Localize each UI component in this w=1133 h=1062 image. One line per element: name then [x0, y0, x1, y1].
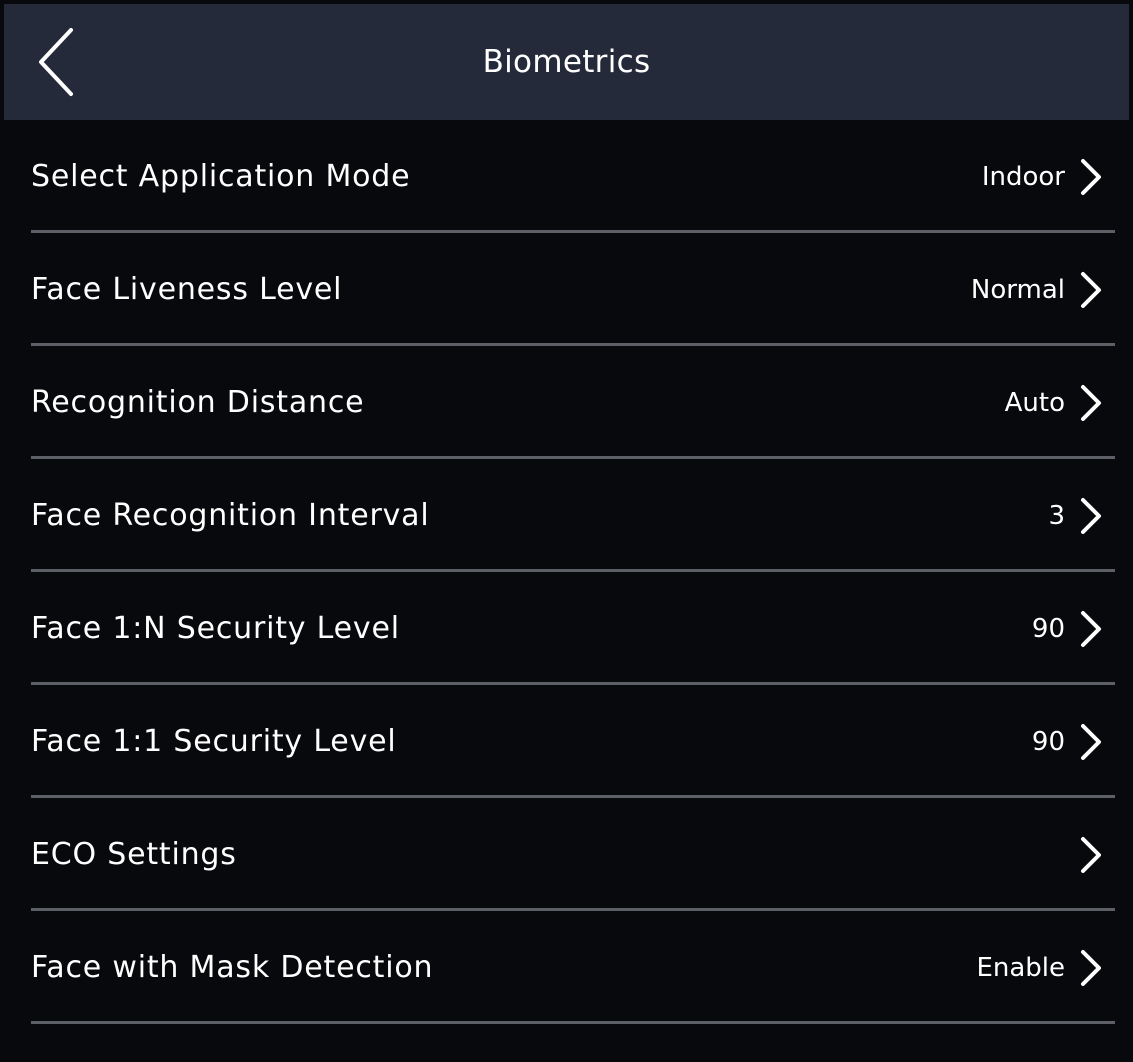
setting-value: Enable: [976, 952, 1065, 983]
setting-row-face-recognition-interval[interactable]: Face Recognition Interval 3: [4, 459, 1129, 572]
setting-label: ECO Settings: [31, 837, 237, 872]
setting-label: Face 1:N Security Level: [31, 611, 400, 646]
chevron-right-icon: [1081, 271, 1101, 308]
setting-row-face-11-security-level[interactable]: Face 1:1 Security Level 90: [4, 685, 1129, 798]
chevron-right-icon: [1081, 384, 1101, 421]
setting-row-face-with-mask-detection[interactable]: Face with Mask Detection Enable: [4, 911, 1129, 1024]
setting-value-group: Enable: [976, 948, 1103, 988]
setting-value: 90: [1031, 726, 1065, 757]
setting-value-group: Auto: [1005, 383, 1103, 423]
setting-row-face-1n-security-level[interactable]: Face 1:N Security Level 90: [4, 572, 1129, 685]
setting-value-group: [1065, 835, 1103, 875]
chevron-right-icon: [1081, 836, 1101, 873]
chevron-right-icon: [1081, 610, 1101, 647]
page-title: Biometrics: [482, 44, 651, 80]
setting-value: Auto: [1004, 387, 1065, 418]
setting-value-group: Normal: [971, 270, 1103, 310]
setting-row-recognition-distance[interactable]: Recognition Distance Auto: [4, 346, 1129, 459]
setting-label: Face 1:1 Security Level: [31, 724, 397, 759]
setting-value-group: 90: [1032, 609, 1103, 649]
setting-row-eco-settings[interactable]: ECO Settings: [4, 798, 1129, 911]
chevron-right-icon: [1081, 949, 1101, 986]
setting-value-group: 90: [1032, 722, 1103, 762]
setting-value: 3: [1048, 500, 1065, 531]
back-button[interactable]: [22, 20, 90, 104]
setting-value: Indoor: [981, 161, 1065, 192]
setting-value-group: Indoor: [982, 157, 1103, 197]
setting-label: Face Recognition Interval: [31, 498, 430, 533]
biometrics-screen: Biometrics Select Application Mode Indoo…: [0, 0, 1133, 1062]
setting-value: Normal: [970, 274, 1065, 305]
chevron-left-icon: [39, 28, 73, 96]
chevron-right-icon: [1081, 158, 1101, 195]
setting-value: 90: [1031, 613, 1065, 644]
header-bar: Biometrics: [4, 4, 1129, 120]
setting-label: Face with Mask Detection: [31, 950, 434, 985]
settings-list: Select Application Mode Indoor Face Live…: [4, 120, 1129, 1024]
setting-row-application-mode[interactable]: Select Application Mode Indoor: [4, 120, 1129, 233]
setting-value-group: 3: [1048, 496, 1103, 536]
setting-label: Recognition Distance: [31, 385, 365, 420]
setting-label: Select Application Mode: [31, 159, 411, 194]
chevron-right-icon: [1081, 723, 1101, 760]
setting-row-face-liveness-level[interactable]: Face Liveness Level Normal: [4, 233, 1129, 346]
setting-label: Face Liveness Level: [31, 272, 343, 307]
chevron-right-icon: [1081, 497, 1101, 534]
